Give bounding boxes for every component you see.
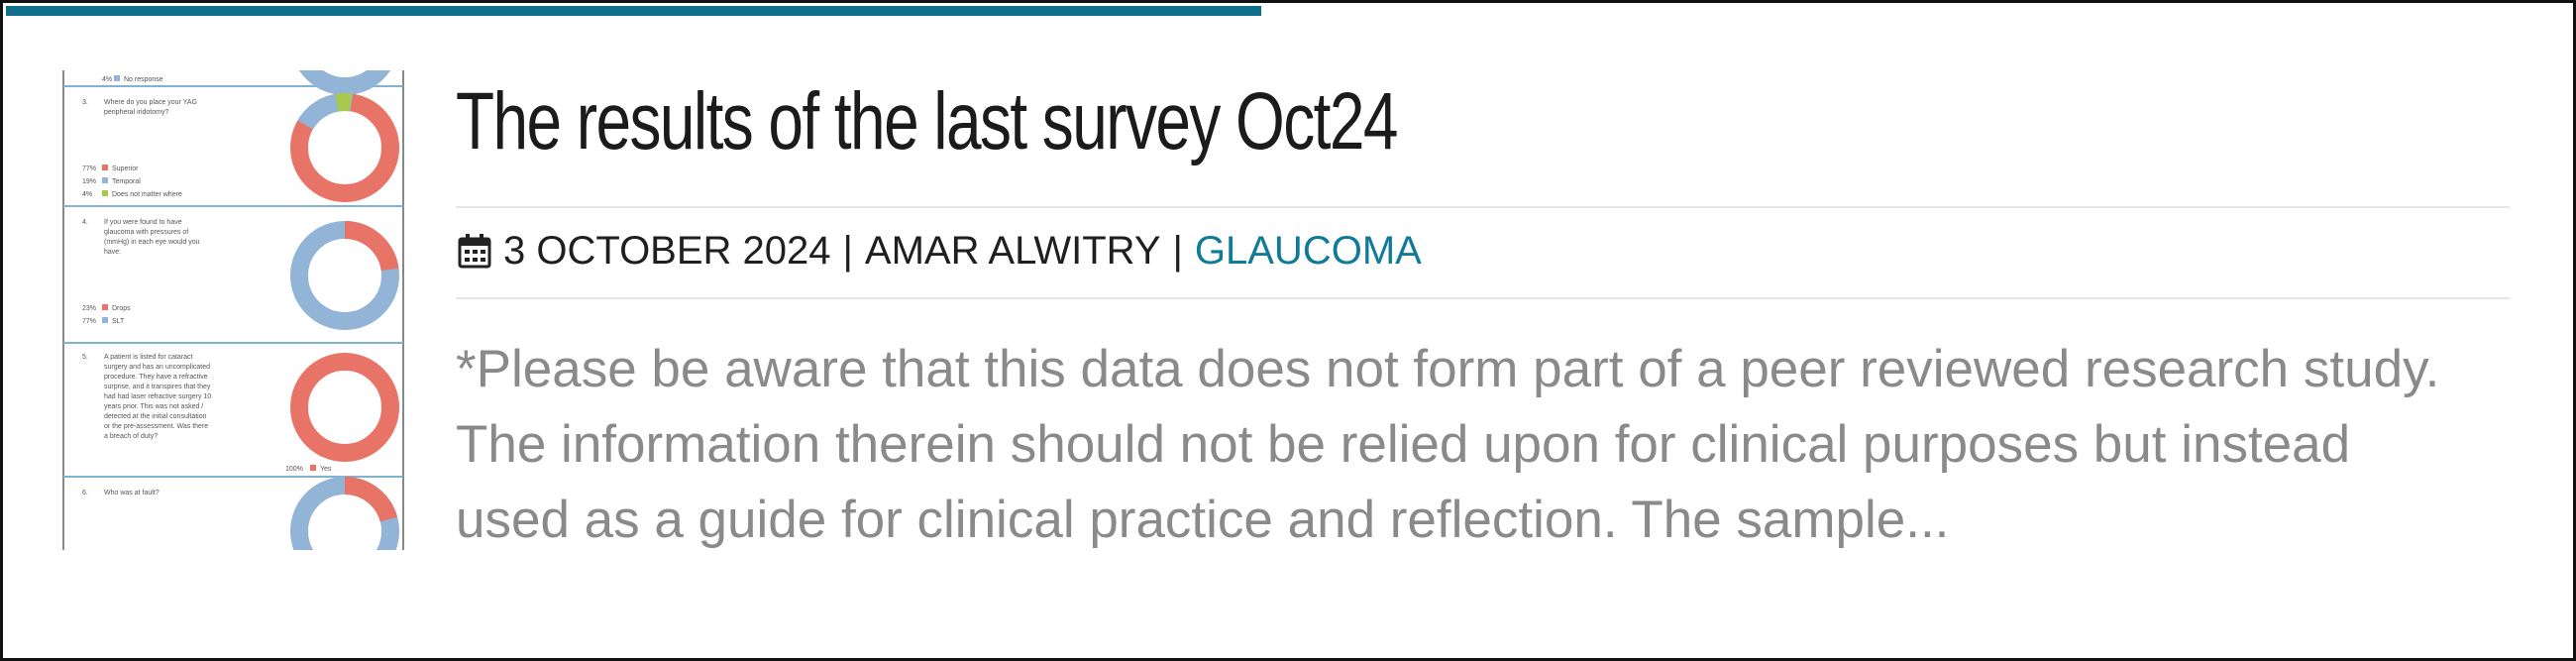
svg-text:procedure. They have a refract: procedure. They have a refractive bbox=[104, 374, 208, 381]
post-author[interactable]: AMAR ALWITRY bbox=[865, 229, 1161, 274]
svg-text:have:: have: bbox=[104, 249, 121, 256]
svg-text:Superior: Superior bbox=[112, 165, 139, 172]
svg-text:3.: 3. bbox=[82, 99, 88, 106]
meta-separator: | bbox=[1172, 228, 1183, 273]
top-accent-bar bbox=[6, 6, 1261, 16]
svg-text:6.: 6. bbox=[82, 490, 88, 496]
svg-text:4.: 4. bbox=[82, 219, 88, 226]
post-card: 4% No response 3. Where do you place you… bbox=[0, 0, 2576, 661]
svg-text:4%: 4% bbox=[102, 76, 112, 83]
svg-text:(mmHg) in each eye would you: (mmHg) in each eye would you bbox=[104, 239, 200, 246]
post-category-link[interactable]: GLAUCOMA bbox=[1195, 229, 1422, 274]
donut-chart-q4 bbox=[290, 221, 399, 330]
svg-text:years prior. This was not aske: years prior. This was not asked / bbox=[104, 403, 203, 410]
svg-text:glaucoma with pressures of: glaucoma with pressures of bbox=[104, 229, 188, 236]
svg-text:had had laser refractive surge: had had laser refractive surgery 10 bbox=[104, 393, 211, 400]
svg-text:a breach of duty?: a breach of duty? bbox=[104, 433, 158, 440]
svg-text:or the pre-assessment. Was the: or the pre-assessment. Was there bbox=[104, 423, 208, 430]
svg-text:Does not matter where: Does not matter where bbox=[112, 191, 182, 198]
svg-text:No response: No response bbox=[124, 76, 163, 83]
donut-chart-q5 bbox=[290, 353, 399, 462]
svg-text:Drops: Drops bbox=[112, 305, 131, 312]
svg-text:detected at the initial consul: detected at the initial consultation bbox=[104, 413, 207, 420]
calendar-icon bbox=[458, 234, 491, 269]
post-excerpt: *Please be aware that this data does not… bbox=[456, 332, 2546, 558]
svg-text:SLT: SLT bbox=[112, 318, 125, 325]
svg-text:77%: 77% bbox=[82, 165, 96, 172]
svg-text:23%: 23% bbox=[82, 305, 96, 312]
svg-text:Temporal: Temporal bbox=[112, 178, 141, 185]
svg-text:surprise, and it transpires th: surprise, and it transpires that they bbox=[104, 384, 211, 390]
svg-text:Yes: Yes bbox=[320, 466, 332, 473]
post-date: 3 OCTOBER 2024 bbox=[503, 228, 831, 273]
post-title[interactable]: The results of the last survey Oct24 bbox=[456, 72, 1398, 171]
svg-text:100%: 100% bbox=[285, 466, 303, 473]
survey-results-image: 4% No response 3. Where do you place you… bbox=[62, 70, 404, 550]
excerpt-line: used as a guide for clinical practice an… bbox=[456, 491, 1950, 549]
svg-text:A patient is listed for catara: A patient is listed for cataract bbox=[104, 354, 193, 361]
svg-text:5.: 5. bbox=[82, 354, 88, 361]
svg-text:Where do you place your YAG: Where do you place your YAG bbox=[104, 99, 197, 106]
post-thumbnail[interactable]: 4% No response 3. Where do you place you… bbox=[62, 70, 405, 550]
svg-text:19%: 19% bbox=[82, 178, 96, 185]
divider bbox=[456, 297, 2510, 299]
excerpt-line: *Please be aware that this data does not… bbox=[456, 340, 2440, 398]
svg-text:If you were found to have: If you were found to have bbox=[104, 219, 182, 226]
post-meta: 3 OCTOBER 2024 | AMAR ALWITRY | GLAUCOMA bbox=[458, 223, 1422, 278]
excerpt-line: The information therein should not be re… bbox=[456, 415, 2351, 474]
svg-text:surgery and has an uncomplicat: surgery and has an uncomplicated bbox=[104, 364, 210, 371]
meta-separator: | bbox=[842, 228, 853, 273]
svg-text:4%: 4% bbox=[82, 191, 92, 198]
svg-text:peripheral iridotomy?: peripheral iridotomy? bbox=[104, 109, 168, 116]
divider bbox=[456, 206, 2510, 208]
donut-chart-q3 bbox=[289, 93, 399, 203]
donut-chart-q6 bbox=[290, 477, 399, 550]
svg-text:Who was at fault?: Who was at fault? bbox=[104, 490, 160, 496]
svg-text:77%: 77% bbox=[82, 318, 96, 325]
